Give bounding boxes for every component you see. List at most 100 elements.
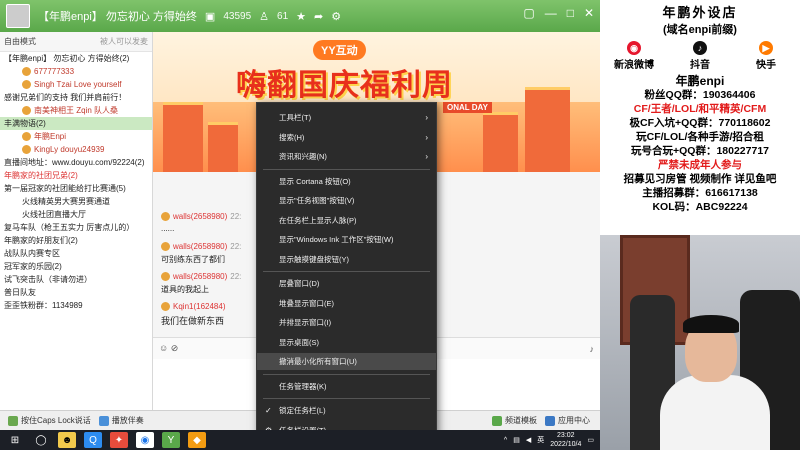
channel-item[interactable]: 年鹏Enpi bbox=[0, 130, 152, 143]
channel-item[interactable]: 677777333 bbox=[0, 65, 152, 78]
context-menu-item[interactable]: 显示"Windows Ink 工作区"按钮(W) bbox=[257, 231, 436, 248]
channel-tree: 【年鹏enpi】 勿忘初心 方得始终(2) 677777333 Singh Tzai… bbox=[0, 52, 152, 312]
cortana-icon[interactable]: ◯ bbox=[32, 432, 50, 448]
maximize-icon[interactable]: □ bbox=[567, 6, 574, 20]
user-badge-icon bbox=[22, 106, 31, 115]
context-menu-item[interactable]: 堆叠显示窗口(E) bbox=[257, 295, 436, 312]
message-user[interactable]: walls(2658980) bbox=[173, 272, 227, 281]
channel-item[interactable]: 年鹏家的社团兄弟(2) bbox=[0, 169, 152, 182]
banner-building bbox=[208, 122, 238, 172]
context-menu-item[interactable]: 工具栏(T) › bbox=[257, 109, 436, 126]
app-center-button[interactable]: 应用中心 bbox=[545, 415, 590, 426]
channel-item[interactable]: 丰满物语(2) bbox=[0, 117, 152, 130]
message-time: 22: bbox=[230, 272, 242, 281]
channel-item[interactable]: 冠军家的乐园(2) bbox=[0, 260, 152, 273]
mode-selector[interactable]: 自由模式 bbox=[4, 36, 36, 47]
network-icon[interactable]: ▤ bbox=[513, 436, 520, 444]
user-badge-icon bbox=[22, 145, 31, 154]
banner-building bbox=[525, 87, 570, 172]
panel-info-line: 玩号合玩+QQ群：180227717 bbox=[630, 145, 770, 157]
chrome-icon[interactable]: ◉ bbox=[136, 432, 154, 448]
context-menu-item[interactable]: 显示"任务视图"按钮(V) bbox=[257, 192, 436, 209]
panel-info-line: KOL码：ABC92224 bbox=[652, 201, 748, 213]
input-language[interactable]: 英 bbox=[537, 435, 544, 445]
channel-item[interactable]: 火线社团直播大厅 bbox=[0, 208, 152, 221]
message-user[interactable]: walls(2658980) bbox=[173, 212, 227, 221]
channel-item[interactable]: 普日队友 bbox=[0, 286, 152, 299]
brand-name: 年鹏enpi bbox=[675, 74, 725, 88]
chevron-up-icon[interactable]: ^ bbox=[504, 437, 507, 444]
user-badge-icon bbox=[22, 80, 31, 89]
apps-icon bbox=[545, 415, 555, 426]
user-badge-icon bbox=[22, 132, 31, 141]
app2-icon[interactable]: ◆ bbox=[188, 432, 206, 448]
channel-item[interactable]: 年鹏家的好朋友们(2) bbox=[0, 234, 152, 247]
channel-item[interactable]: 感谢兄弟们的支持 我们并肩前行！ bbox=[0, 91, 152, 104]
channel-item[interactable]: 战队队内赛专区 bbox=[0, 247, 152, 260]
emoji-button[interactable]: ☺ ⊘ bbox=[159, 343, 178, 354]
windows-start-icon[interactable]: ⊞ bbox=[6, 432, 24, 448]
channel-item[interactable]: KingLy douyu24939 bbox=[0, 143, 152, 156]
context-menu-item[interactable]: 显示 Cortana 按钮(O) bbox=[257, 173, 436, 190]
panel-info-line: 严禁未成年人参与 bbox=[658, 159, 742, 171]
streamer-body bbox=[660, 375, 770, 450]
minimize-icon[interactable]: — bbox=[545, 6, 557, 20]
kuaishou-link: ▶ 快手 bbox=[756, 41, 776, 71]
play-accompaniment-button[interactable]: 播放伴奏 bbox=[98, 415, 144, 426]
channel-item[interactable]: 【年鹏enpi】 勿忘初心 方得始终(2) bbox=[0, 52, 152, 65]
user-badge-icon bbox=[161, 212, 170, 221]
app-icon[interactable]: ☻ bbox=[58, 432, 76, 448]
douyin-icon: ♪ bbox=[693, 41, 707, 55]
caps-talk-hint[interactable]: 按住Caps Lock说话 bbox=[8, 415, 91, 426]
channel-item[interactable]: 火线精英男大赛男赛通道 bbox=[0, 195, 152, 208]
star-icon[interactable]: ★ bbox=[296, 10, 306, 23]
context-menu-item[interactable]: 资讯和兴趣(N) › bbox=[257, 148, 436, 165]
message-user[interactable]: Kqin1(162484) bbox=[173, 302, 225, 311]
context-menu-item[interactable]: 层叠窗口(D) bbox=[257, 275, 436, 292]
taskbar-clock[interactable]: 23:02 2022/10/4 bbox=[550, 431, 581, 449]
banner-tag: YY互动 bbox=[313, 40, 366, 60]
panel-info-line: 玩CF/LOL/各种手游/招合租 bbox=[636, 131, 764, 143]
context-menu-item[interactable]: 显示触摸键盘按钮(Y) bbox=[257, 251, 436, 268]
system-tray: ^ ▤ ◀ 英 23:02 2022/10/4 ▭ bbox=[504, 431, 594, 449]
channel-template-button[interactable]: 频道模板 bbox=[492, 415, 537, 426]
context-menu-item[interactable]: 任务管理器(K) bbox=[257, 378, 436, 395]
kuaishou-icon: ▶ bbox=[759, 41, 773, 55]
stream-info-panel: 年鹏外设店 (域名enpi前缀) ◉ 新浪微博 ♪ 抖音 ▶ 快手 年鹏enpi 粉丝… bbox=[600, 0, 800, 235]
music-icon[interactable]: ♪ bbox=[590, 344, 595, 354]
channel-item[interactable]: 试飞突击队（非请勿进） bbox=[0, 273, 152, 286]
channel-sidebar: 自由模式 被人可以发麦 【年鹏enpi】 勿忘初心 方得始终(2) 6777773… bbox=[0, 32, 153, 410]
menu-separator bbox=[263, 271, 430, 272]
yy-icon[interactable]: Y bbox=[162, 432, 180, 448]
qq-browser-icon[interactable]: Q bbox=[84, 432, 102, 448]
context-menu-item[interactable]: 搜索(H) › bbox=[257, 129, 436, 146]
user-badge-icon bbox=[161, 272, 170, 281]
context-menu-item[interactable]: 并排显示窗口(I) bbox=[257, 314, 436, 331]
channel-item[interactable]: 直播间地址：www.douyu.com/92224(2) bbox=[0, 156, 152, 169]
channel-item[interactable]: 第一届冠家的社团能给打比赛通(5) bbox=[0, 182, 152, 195]
chat-message: walls(2658980) 22: 可别练东西了都们 bbox=[161, 242, 241, 265]
shop-title: 年鹏外设店 bbox=[662, 5, 738, 20]
close-icon[interactable]: ✕ bbox=[584, 6, 594, 20]
notification-icon[interactable]: ▭ bbox=[587, 436, 594, 444]
channel-avatar[interactable] bbox=[6, 4, 30, 28]
game-icon[interactable]: ✦ bbox=[110, 432, 128, 448]
message-body: 我们在做新东西 bbox=[161, 316, 225, 326]
context-menu-item[interactable]: 撤消最小化所有窗口(U) bbox=[257, 353, 436, 370]
settings-icon[interactable]: ⚙ bbox=[331, 10, 341, 23]
panel-info-line: 极CF入坑+QQ群：770118602 bbox=[629, 117, 771, 129]
banner-subtext: ONAL DAY bbox=[443, 102, 492, 113]
channel-item[interactable]: 歪歪铁粉群：1134989 bbox=[0, 299, 152, 312]
channel-item[interactable]: 复马车队（枪王五实力 厉害点儿的） bbox=[0, 221, 152, 234]
chat-message: Kqin1(162484) 我们在做新东西 bbox=[161, 302, 225, 327]
message-user[interactable]: walls(2658980) bbox=[173, 242, 227, 251]
skin-icon[interactable]: ▢ bbox=[523, 6, 534, 20]
volume-icon[interactable]: ◀ bbox=[526, 436, 531, 444]
context-menu-item[interactable]: 锁定任务栏(L) ✓ bbox=[257, 402, 436, 419]
context-menu-item[interactable]: 在任务栏上显示人脉(P) bbox=[257, 212, 436, 229]
user-badge-icon bbox=[161, 242, 170, 251]
channel-item[interactable]: Singh Tzai Love yourself bbox=[0, 78, 152, 91]
channel-item[interactable]: 南美神相王 Zqin 队人桑 bbox=[0, 104, 152, 117]
share-icon[interactable]: ➦ bbox=[314, 10, 323, 23]
context-menu-item[interactable]: 显示桌面(S) bbox=[257, 334, 436, 351]
